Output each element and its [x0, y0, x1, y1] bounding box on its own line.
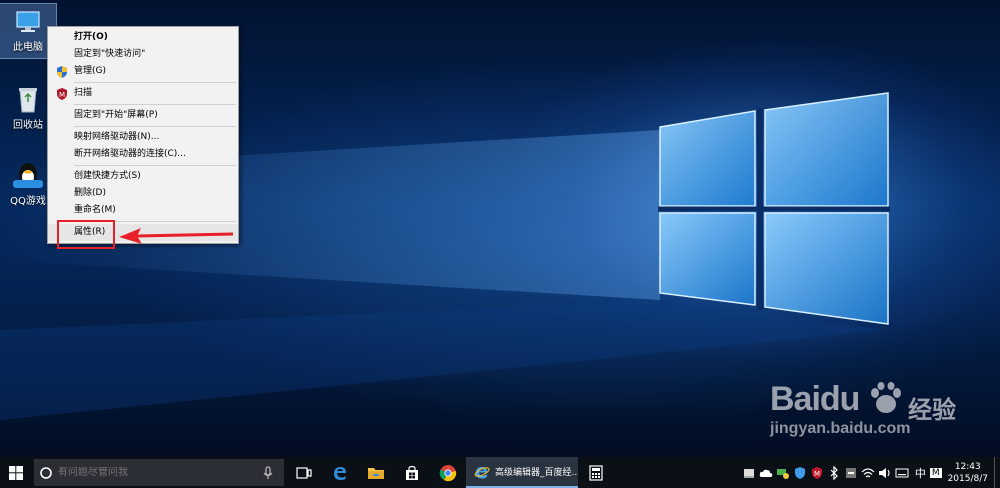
network-drive-icon [777, 468, 790, 479]
desktop-icon-label: 此电脑 [13, 42, 43, 53]
speaker-icon [879, 467, 890, 478]
cortana-icon [40, 466, 52, 479]
annotation-highlight-box [57, 220, 115, 249]
task-view-icon [296, 466, 312, 479]
menu-item-map-network-drive[interactable]: 映射网络驱动器(N)... [48, 129, 238, 146]
show-desktop-button[interactable] [994, 457, 1000, 488]
taskbar-chrome[interactable] [430, 457, 466, 488]
menu-item-delete[interactable]: 删除(D) [48, 185, 238, 202]
menu-item-scan[interactable]: M 扫描 [48, 85, 238, 102]
edge-icon [334, 466, 346, 480]
tray-shield[interactable] [792, 457, 809, 488]
annotation-arrow-icon [119, 228, 234, 244]
antivirus-icon: M [57, 88, 67, 100]
svg-text:M: M [814, 470, 820, 478]
taskbar: 高级编辑器_百度经... M [0, 457, 1000, 488]
taskbar-edge[interactable] [322, 457, 358, 488]
context-menu: 打开(O) 固定到"快速访问" 管理(G) M 扫描 固定到"开始"屏幕(P) … [47, 26, 239, 244]
chrome-icon [439, 464, 457, 481]
file-explorer-icon [368, 467, 384, 479]
tray-cloud[interactable] [758, 457, 775, 488]
desktop-icon-label: QQ游戏 [10, 196, 46, 207]
menu-item-pin-start[interactable]: 固定到"开始"屏幕(P) [48, 107, 238, 124]
baidu-jingyan-watermark: Baidu 经验 jingyan.baidu.com [760, 380, 990, 440]
menu-item-disconnect-network-drive[interactable]: 断开网络驱动器的连接(C)... [48, 146, 238, 163]
computer-icon [16, 11, 40, 32]
desktop-icon-label: 回收站 [13, 120, 43, 131]
tray-keyboard[interactable] [894, 457, 911, 488]
search-box[interactable] [34, 459, 284, 486]
watermark-brand: Baidu [770, 380, 860, 418]
keyboard-icon [895, 468, 909, 477]
clock[interactable]: 12:43 2015/8/7 [942, 461, 994, 485]
ime-mode[interactable]: M [929, 467, 942, 478]
tray-antivirus[interactable] [741, 457, 758, 488]
wifi-icon [861, 467, 875, 477]
paw-icon [871, 382, 901, 413]
volume-tray-icon [846, 467, 857, 478]
task-view-button[interactable] [286, 457, 322, 488]
menu-item-pin-quick-access[interactable]: 固定到"快速访问" [48, 46, 238, 63]
taskbar-store[interactable] [394, 457, 430, 488]
tray-volume-app[interactable] [843, 457, 860, 488]
shield-tray-icon [795, 466, 806, 479]
menu-separator [74, 165, 236, 166]
ime-language[interactable]: 中 [911, 465, 930, 481]
clock-date: 2015/8/7 [947, 473, 988, 484]
recycle-bin-icon [19, 88, 37, 113]
watermark-url: jingyan.baidu.com [770, 420, 911, 437]
store-icon [406, 465, 418, 480]
menu-item-rename[interactable]: 重命名(M) [48, 202, 238, 219]
microphone-icon[interactable] [260, 465, 276, 481]
bluetooth-icon [830, 465, 839, 480]
taskbar-file-explorer[interactable] [358, 457, 394, 488]
menu-separator [74, 126, 236, 127]
start-button[interactable] [0, 457, 32, 488]
active-app-label: 高级编辑器_百度经... [495, 468, 578, 478]
antivirus-tray-icon [744, 468, 755, 478]
shield-icon [57, 66, 67, 78]
windows-logo-icon [9, 465, 23, 480]
tray-mcafee[interactable]: M [809, 457, 826, 488]
svg-text:M: M [59, 91, 65, 99]
tray-bluetooth[interactable] [826, 457, 843, 488]
menu-item-open[interactable]: 打开(O) [48, 29, 238, 46]
menu-separator [74, 104, 236, 105]
menu-separator [74, 82, 236, 83]
menu-item-manage[interactable]: 管理(G) [48, 63, 238, 80]
tray-speaker[interactable] [877, 457, 894, 488]
qq-game-icon [13, 163, 43, 188]
cloud-icon [760, 469, 773, 477]
clock-time: 12:43 [954, 461, 981, 472]
tray-wifi[interactable] [860, 457, 877, 488]
system-tray: M 中 M 12:43 2015/8/7 [741, 457, 1000, 488]
taskbar-calculator[interactable] [578, 457, 614, 488]
menu-item-create-shortcut[interactable]: 创建快捷方式(S) [48, 168, 238, 185]
mcafee-icon: M [812, 466, 823, 479]
desktop: 此电脑 回收站 QQ游戏 打开(O) 固定到"快速访问" 管理(G) M 扫描 … [0, 0, 1000, 457]
watermark-jingyan: 经验 [908, 396, 956, 424]
ie-icon [474, 466, 490, 478]
calculator-icon [589, 464, 603, 481]
taskbar-active-ie-window[interactable]: 高级编辑器_百度经... [466, 457, 578, 488]
search-input[interactable] [58, 467, 258, 478]
tray-network-drive[interactable] [775, 457, 792, 488]
